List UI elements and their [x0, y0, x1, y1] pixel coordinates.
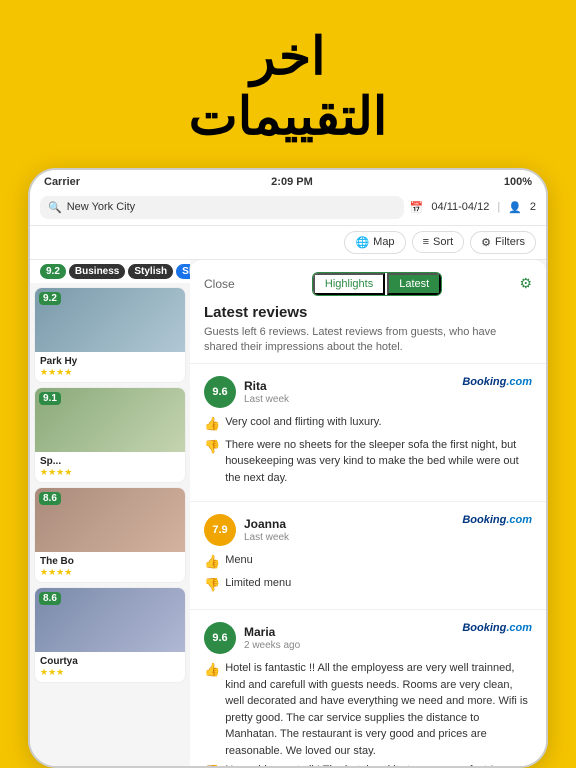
hotel-image-2: 9.1 — [35, 388, 185, 452]
review-tabs: Highlights Latest — [312, 272, 442, 296]
reviewer-info-2: 7.9 Joanna Last week — [204, 514, 289, 546]
hotel-stars-3: ★★★★ — [40, 567, 180, 578]
calendar-icon: 📅 — [410, 201, 424, 214]
review-top-3: 9.6 Maria 2 weeks ago Booking.com — [204, 622, 532, 654]
reviewer-info-3: 9.6 Maria 2 weeks ago — [204, 622, 300, 654]
hotel-card-3[interactable]: 8.6 The Bo ★★★★ — [34, 487, 186, 583]
reviewer-name-1: Rita — [244, 379, 289, 393]
reviews-filter-icon[interactable]: ⚙ — [519, 275, 532, 292]
booking-logo-2: Booking.com — [462, 514, 532, 526]
globe-icon: 🌐 — [355, 236, 369, 249]
hotel-card-2[interactable]: 9.1 Sp... ★★★★ — [34, 387, 186, 483]
hotel-name-2: Sp... — [40, 456, 180, 467]
date-guests-bar[interactable]: 📅 04/11-04/12 | 👤 2 — [410, 201, 536, 214]
thumbdown-icon-3: 👎 — [204, 762, 220, 766]
hotel-stars-1: ★★★★ — [40, 367, 180, 378]
thumbdown-icon: 👎 — [204, 437, 220, 457]
close-panel-button[interactable]: Close — [204, 277, 235, 291]
hotel-name-1: Park Hy — [40, 356, 180, 367]
reviews-panel-header: Close Highlights Latest ⚙ Latest reviews… — [190, 260, 546, 365]
battery-indicator: 100% — [504, 176, 532, 188]
thumbup-icon: 👍 — [204, 414, 220, 434]
reviewer-score-3: 9.6 — [204, 622, 236, 654]
carrier-text: Carrier — [44, 176, 80, 188]
thumbup-icon-3: 👍 — [204, 660, 220, 680]
hotel-image-1: 9.2 — [35, 288, 185, 352]
sort-button[interactable]: ≡ Sort — [412, 231, 465, 253]
hotel-name-4: Courtya — [40, 656, 180, 667]
thumbdown-icon-2: 👎 — [204, 575, 220, 595]
hotel-name-3: The Bo — [40, 556, 180, 567]
review-top-2: 7.9 Joanna Last week Booking.com — [204, 514, 532, 546]
review-top-1: 9.6 Rita Last week Booking.com — [204, 376, 532, 408]
review-item-2: 7.9 Joanna Last week Booking.com 👍 Men — [190, 502, 546, 610]
hotel-badge-2: 9.1 — [39, 392, 61, 405]
review-negative-1: 👎 There were no sheets for the sleeper s… — [204, 437, 532, 487]
guests-icon: 👤 — [508, 201, 522, 214]
booking-logo-3: Booking.com — [462, 622, 532, 634]
reviewer-info-1: 9.6 Rita Last week — [204, 376, 289, 408]
review-positive-2: 👍 Menu — [204, 552, 532, 572]
hotel-badge-4: 8.6 — [39, 592, 61, 605]
review-negative-2: 👎 Limited menu — [204, 575, 532, 595]
booking-logo-1: Booking.com — [462, 376, 532, 388]
action-buttons-bar: 🌐 Map ≡ Sort ⚙ Filters — [30, 226, 546, 260]
reviewer-date-3: 2 weeks ago — [244, 640, 300, 651]
search-bar[interactable]: 🔍 New York City 📅 04/11-04/12 | 👤 2 — [30, 192, 546, 226]
hotel-list: 9.2 Business Stylish Shopping Wellness 9… — [30, 260, 190, 766]
time-display: 2:09 PM — [271, 176, 313, 188]
reviews-panel-subtitle: Guests left 6 reviews. Latest reviews fr… — [204, 325, 532, 356]
hotel-badge-3: 8.6 — [39, 492, 61, 505]
device-frame: Carrier 2:09 PM 100% 🔍 New York City 📅 0… — [28, 168, 548, 768]
business-tag[interactable]: Business — [69, 264, 125, 279]
reviewer-date-2: Last week — [244, 532, 289, 543]
hotel-card-1[interactable]: 9.2 Park Hy ★★★★ — [34, 287, 186, 383]
status-bar: Carrier 2:09 PM 100% — [30, 170, 546, 192]
reviews-panel: Close Highlights Latest ⚙ Latest reviews… — [190, 260, 546, 766]
tab-latest-button[interactable]: Latest — [387, 273, 441, 295]
filter-icon: ⚙ — [481, 236, 491, 249]
reviewer-name-3: Maria — [244, 625, 300, 639]
reviewer-date-1: Last week — [244, 394, 289, 405]
app-header: اخر التقييمات — [0, 0, 576, 168]
category-tags: 9.2 Business Stylish Shopping Wellness — [30, 260, 190, 283]
tab-highlights-button[interactable]: Highlights — [313, 273, 385, 295]
sort-icon: ≡ — [423, 236, 429, 248]
search-icon: 🔍 — [48, 201, 62, 214]
location-search[interactable]: 🔍 New York City — [40, 196, 404, 219]
review-positive-1: 👍 Very cool and flirting with luxury. — [204, 414, 532, 434]
review-negative-3: 👎 No problems at all ! The hotel and its… — [204, 762, 532, 766]
hotel-detail: The Box House Hotel Very cool and flirti… — [190, 260, 546, 766]
reviews-panel-title: Latest reviews — [204, 304, 532, 321]
guests-count: 2 — [530, 201, 536, 213]
review-item-1: 9.6 Rita Last week Booking.com 👍 Very — [190, 364, 546, 502]
main-content: 9.2 Business Stylish Shopping Wellness 9… — [30, 260, 546, 766]
hotel-image-3: 8.6 — [35, 488, 185, 552]
reviewer-name-2: Joanna — [244, 517, 289, 531]
location-text: New York City — [67, 201, 135, 213]
reviews-nav: Close Highlights Latest ⚙ — [204, 272, 532, 296]
review-item-3: 9.6 Maria 2 weeks ago Booking.com 👍 Ho — [190, 610, 546, 766]
reviewer-score-2: 7.9 — [204, 514, 236, 546]
stylish-tag[interactable]: Stylish — [128, 264, 173, 279]
map-button[interactable]: 🌐 Map — [344, 231, 405, 254]
hotel-card-4[interactable]: 8.6 Courtya ★★★ — [34, 587, 186, 683]
hotel-stars-4: ★★★ — [40, 667, 180, 678]
hotel-badge-1: 9.2 — [39, 292, 61, 305]
header-arabic-text: اخر التقييمات — [20, 28, 556, 148]
thumbup-icon-2: 👍 — [204, 552, 220, 572]
hotel-image-4: 8.6 — [35, 588, 185, 652]
score-tag: 9.2 — [40, 264, 66, 279]
hotel-stars-2: ★★★★ — [40, 467, 180, 478]
shopping-tag[interactable]: Shopping — [176, 264, 190, 279]
reviewer-score-1: 9.6 — [204, 376, 236, 408]
filters-button[interactable]: ⚙ Filters — [470, 231, 536, 254]
review-positive-3: 👍 Hotel is fantastic !! All the employes… — [204, 660, 532, 759]
dates-text: 04/11-04/12 — [431, 201, 489, 213]
